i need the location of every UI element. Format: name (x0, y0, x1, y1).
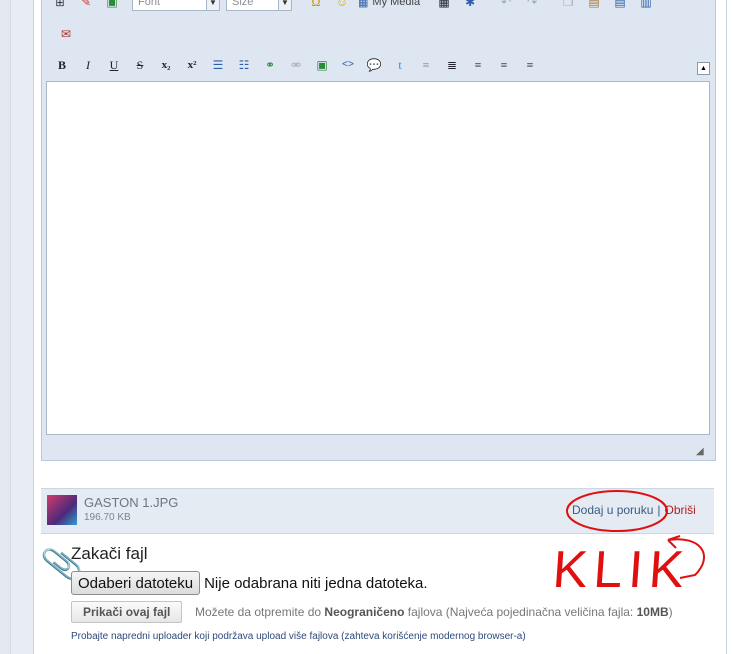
message-text-area[interactable] (46, 81, 710, 435)
indent-icon[interactable]: ≣ (442, 55, 462, 75)
paste-icon[interactable]: ▤ (584, 0, 604, 12)
media-icon: ▦ (358, 0, 369, 9)
toolbar-row-2: ✉ (56, 24, 82, 44)
twitter-icon[interactable]: t (390, 55, 410, 75)
chevron-down-icon: ▼ (278, 0, 291, 10)
paste-word-icon[interactable]: ▥ (636, 0, 656, 12)
image-icon[interactable]: ▣ (312, 55, 332, 75)
unlink-icon[interactable]: ⚮ (286, 55, 306, 75)
klik-annotation: KLIK (550, 541, 692, 599)
advanced-uploader-link[interactable]: Probajte napredni uploader koji podržava… (71, 631, 526, 642)
outdent-icon[interactable]: ≡ (416, 55, 436, 75)
bold-button[interactable]: B (52, 55, 72, 75)
upload-info-text: Možete da otpremite do Neograničeno fajl… (195, 605, 673, 619)
paste-text-icon[interactable]: ▤ (610, 0, 630, 12)
bullet-list-icon[interactable]: ☰ (208, 55, 228, 75)
align-right-icon[interactable]: ≡ (520, 55, 540, 75)
align-center-icon[interactable]: ≡ (494, 55, 514, 75)
toolbar-row-3: B I U S x₂ x² ☰ ☷ ⚭ ⚮ ▣ <> 💬 t ≡ ≣ ≡ ≡ ≡ (52, 55, 546, 75)
choose-file-button[interactable]: Odaberi datoteku (71, 571, 201, 595)
attachment-thumbnail[interactable] (47, 495, 77, 525)
attachment-filesize: 196.70 KB (84, 512, 131, 523)
underline-button[interactable]: U (104, 55, 124, 75)
quote-icon[interactable]: 💬 (364, 55, 384, 75)
insert-image-icon[interactable]: ▣ (102, 0, 122, 12)
upload-heading: Zakači fajl (71, 544, 148, 563)
spellcheck-icon[interactable]: ✉ (56, 24, 76, 44)
copy-icon[interactable]: ❐ (558, 0, 578, 12)
smiley-icon[interactable]: ☺ (332, 0, 352, 12)
link-icon[interactable]: ⚭ (260, 55, 280, 75)
collapse-toolbar-button[interactable]: ▲ (697, 62, 710, 75)
my-media-button[interactable]: ▦ My Media (358, 0, 420, 9)
no-file-chosen-text: Nije odabrana niti jedna datoteka. (204, 574, 428, 592)
attach-file-button[interactable]: Prikači ovaj fajl (71, 601, 183, 623)
undo-icon[interactable]: ↶ (496, 0, 516, 12)
left-page-strip (0, 0, 11, 654)
flash-icon[interactable]: ✱ (460, 0, 480, 12)
code-icon[interactable]: <> (338, 55, 358, 75)
insert-table-icon[interactable]: ⊞ (50, 0, 70, 12)
chevron-down-icon: ▼ (206, 0, 219, 10)
font-select[interactable]: Font ▼ (132, 0, 220, 11)
toolbar-row-1: ⊞ ✎ ▣ Font ▼ Size ▼ Ω ☺ ▦ My Media ▦ ✱ ↶ ↷… (50, 0, 662, 12)
attachment-filename: GASTON 1.JPG (84, 495, 179, 510)
eraser-icon[interactable]: ✎ (76, 0, 96, 12)
subscript-button[interactable]: x₂ (156, 55, 176, 75)
numbered-list-icon[interactable]: ☷ (234, 55, 254, 75)
file-input: Odaberi datoteku Nije odabrana niti jedn… (71, 571, 428, 595)
resize-handle-icon[interactable]: ◢ (696, 446, 704, 457)
strikethrough-button[interactable]: S (130, 55, 150, 75)
table-icon[interactable]: ▦ (434, 0, 454, 12)
italic-button[interactable]: I (78, 55, 98, 75)
special-chars-icon[interactable]: Ω (306, 0, 326, 12)
redo-icon[interactable]: ↷ (522, 0, 542, 12)
align-left-icon[interactable]: ≡ (468, 55, 488, 75)
size-select[interactable]: Size ▼ (226, 0, 292, 11)
superscript-button[interactable]: x² (182, 55, 202, 75)
